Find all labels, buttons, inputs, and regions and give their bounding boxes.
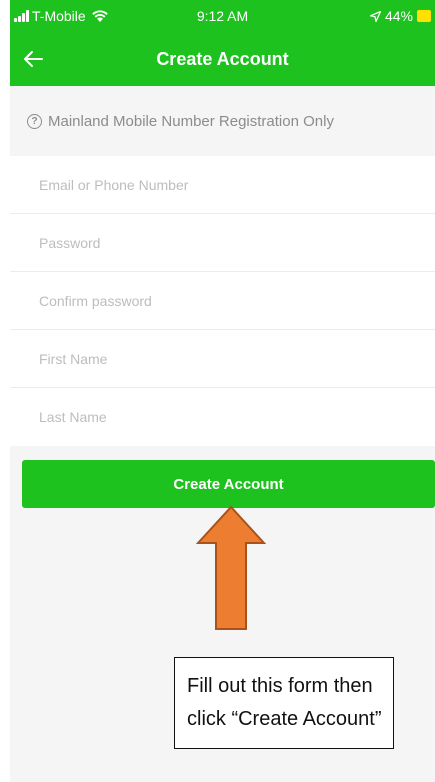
confirm-password-input[interactable]: [10, 272, 435, 329]
app-top-bar: T-Mobile 9:12 AM 44% Create Account: [10, 0, 435, 86]
password-input[interactable]: [10, 214, 435, 271]
first-name-field-row: [10, 330, 435, 388]
status-bar: T-Mobile 9:12 AM 44%: [10, 0, 435, 34]
account-form: [10, 156, 435, 446]
email-phone-input[interactable]: [10, 156, 435, 213]
up-arrow-annotation-icon: [196, 505, 266, 630]
registration-notice: ? Mainland Mobile Number Registration On…: [10, 86, 435, 156]
notice-text: Mainland Mobile Number Registration Only: [48, 112, 334, 130]
email-phone-field-row: [10, 156, 435, 214]
page-title: Create Account: [156, 49, 289, 69]
help-circle-icon: ?: [27, 113, 42, 129]
first-name-input[interactable]: [10, 330, 435, 387]
battery-icon: [417, 10, 431, 22]
phone-screen: T-Mobile 9:12 AM 44% Create Account ? Ma…: [10, 0, 435, 782]
battery-percent: 44%: [384, 8, 413, 24]
password-field-row: [10, 214, 435, 272]
create-account-button[interactable]: Create Account: [22, 460, 435, 508]
confirm-password-field-row: [10, 272, 435, 330]
last-name-field-row: [10, 388, 435, 446]
instruction-callout: Fill out this form then click “Create Ac…: [174, 657, 394, 749]
location-arrow-icon: [369, 10, 381, 22]
nav-header: Create Account: [10, 34, 435, 86]
last-name-input[interactable]: [10, 388, 435, 446]
status-right-group: 44%: [369, 8, 431, 24]
